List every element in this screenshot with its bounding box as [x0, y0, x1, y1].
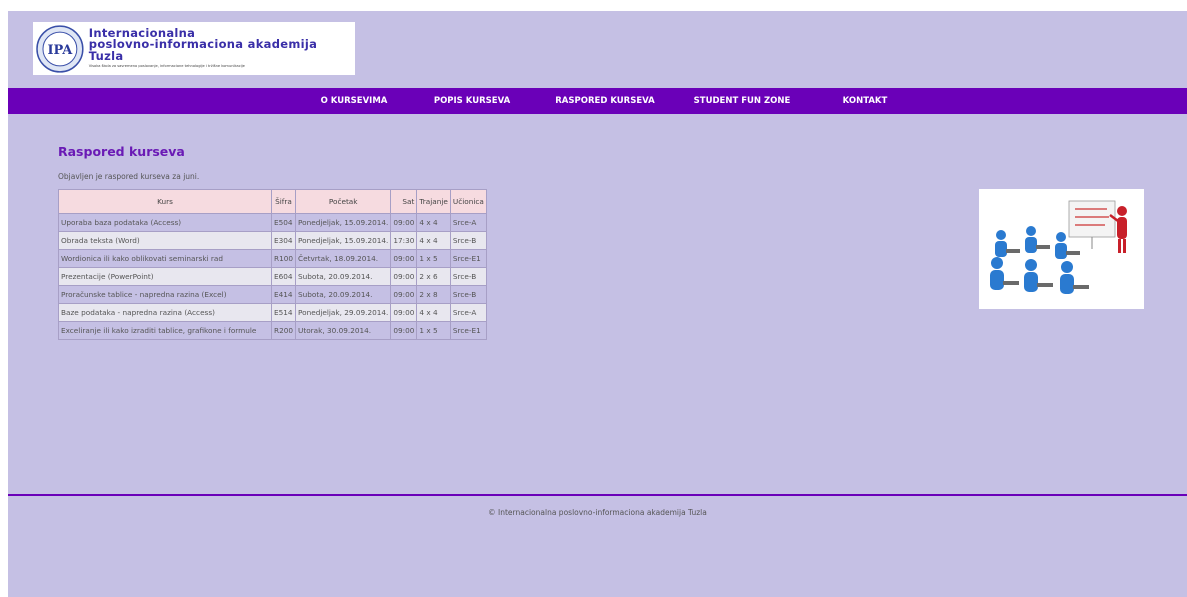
- footer-copyright: © Internacionalna poslovno-informaciona …: [488, 508, 707, 517]
- cell-pocetak: Ponedjeljak, 29.09.2014.: [294, 303, 392, 322]
- cell-pocetak: Ponedjeljak, 15.09.2014.: [294, 213, 392, 232]
- presentation-illustration: [979, 189, 1144, 309]
- cell-trajanje: 4 x 4: [416, 213, 451, 232]
- cell-kurs: Uporaba baza podataka (Access): [58, 213, 272, 232]
- table-row: Obrada teksta (Word) E304 Ponedjeljak, 1…: [58, 231, 487, 250]
- cell-kurs: Prezentacije (PowerPoint): [58, 267, 272, 286]
- cell-ucionica: Srce-B: [449, 267, 487, 286]
- cell-sat: 09:00: [390, 267, 418, 286]
- column-header-pocetak: Početak: [294, 189, 392, 214]
- cell-trajanje: 1 x 5: [416, 321, 451, 340]
- cell-sifra: E304: [271, 231, 296, 250]
- cell-ucionica: Srce-E1: [449, 249, 487, 268]
- cell-trajanje: 1 x 5: [416, 249, 451, 268]
- page-title: Raspored kurseva: [58, 144, 185, 159]
- cell-trajanje: 2 x 8: [416, 285, 451, 304]
- intro-text: Objavljen je raspored kurseva za juni.: [58, 172, 200, 181]
- cell-ucionica: Srce-A: [449, 303, 487, 322]
- site-logo[interactable]: IPA Internacionalna poslovno-informacion…: [33, 22, 355, 75]
- cell-sat: 09:00: [390, 303, 418, 322]
- cell-trajanje: 4 x 4: [416, 303, 451, 322]
- nav-item-raspored-kurseva[interactable]: RASPORED KURSEVA: [555, 88, 654, 114]
- main-navbar: O KURSEVIMA POPIS KURSEVA RASPORED KURSE…: [8, 88, 1187, 114]
- cell-pocetak: Subota, 20.09.2014.: [294, 285, 392, 304]
- nav-item-popis-kurseva[interactable]: POPIS KURSEVA: [434, 88, 510, 114]
- cell-sifra: R200: [271, 321, 296, 340]
- logo-title-line2: poslovno-informaciona akademija Tuzla: [88, 37, 318, 63]
- nav-item-o-kursevima[interactable]: O KURSEVIMA: [321, 88, 388, 114]
- cell-sifra: E414: [271, 285, 296, 304]
- cell-pocetak: Četvrtak, 18.09.2014.: [294, 249, 392, 268]
- cell-sifra: E514: [271, 303, 296, 322]
- nav-item-kontakt[interactable]: KONTAKT: [843, 88, 888, 114]
- table-header-row: Kurs Šifra Početak Sat Trajanje Učionica: [58, 189, 487, 214]
- column-header-trajanje: Trajanje: [416, 189, 451, 214]
- cell-pocetak: Subota, 20.09.2014.: [294, 267, 392, 286]
- cell-sat: 17:30: [390, 231, 418, 250]
- cell-sifra: R100: [271, 249, 296, 268]
- cell-ucionica: Srce-E1: [449, 321, 487, 340]
- cell-ucionica: Srce-B: [449, 285, 487, 304]
- column-header-sifra: Šifra: [271, 189, 296, 214]
- table-row: Proračunske tablice - napredna razina (E…: [58, 285, 487, 304]
- footer-divider: [8, 494, 1187, 496]
- cell-sat: 09:00: [390, 285, 418, 304]
- cell-sat: 09:00: [390, 321, 418, 340]
- logo-subtitle: Visoka škola za savremeno poslovanje, in…: [88, 64, 245, 69]
- table-row: Baze podataka - napredna razina (Access)…: [58, 303, 487, 322]
- cell-sat: 09:00: [390, 213, 418, 232]
- cell-sifra: E604: [271, 267, 296, 286]
- table-row: Exceliranje ili kako izraditi tablice, g…: [58, 321, 487, 340]
- schedule-table: Kurs Šifra Početak Sat Trajanje Učionica…: [58, 189, 487, 340]
- cell-pocetak: Utorak, 30.09.2014.: [294, 321, 392, 340]
- table-row: Wordionica ili kako oblikovati seminarsk…: [58, 249, 487, 268]
- column-header-ucionica: Učionica: [449, 189, 487, 214]
- cell-trajanje: 4 x 4: [416, 231, 451, 250]
- cell-sat: 09:00: [390, 249, 418, 268]
- presentation-icon: [990, 200, 1127, 294]
- svg-text:IPA: IPA: [47, 42, 73, 57]
- page: IPA Internacionalna poslovno-informacion…: [8, 11, 1187, 597]
- cell-kurs: Obrada teksta (Word): [58, 231, 272, 250]
- column-header-sat: Sat: [390, 189, 418, 214]
- cell-sifra: E504: [271, 213, 296, 232]
- cell-kurs: Baze podataka - napredna razina (Access): [58, 303, 272, 322]
- cell-kurs: Exceliranje ili kako izraditi tablice, g…: [58, 321, 272, 340]
- cell-kurs: Proračunske tablice - napredna razina (E…: [58, 285, 272, 304]
- cell-ucionica: Srce-A: [449, 213, 487, 232]
- nav-item-student-fun-zone[interactable]: STUDENT FUN ZONE: [694, 88, 791, 114]
- table-row: Prezentacije (PowerPoint) E604 Subota, 2…: [58, 267, 487, 286]
- seal-icon: IPA: [36, 24, 84, 73]
- cell-trajanje: 2 x 6: [416, 267, 451, 286]
- table-row: Uporaba baza podataka (Access) E504 Pone…: [58, 213, 487, 232]
- column-header-kurs: Kurs: [58, 189, 272, 214]
- cell-pocetak: Ponedjeljak, 15.09.2014.: [294, 231, 392, 250]
- cell-kurs: Wordionica ili kako oblikovati seminarsk…: [58, 249, 272, 268]
- cell-ucionica: Srce-B: [449, 231, 487, 250]
